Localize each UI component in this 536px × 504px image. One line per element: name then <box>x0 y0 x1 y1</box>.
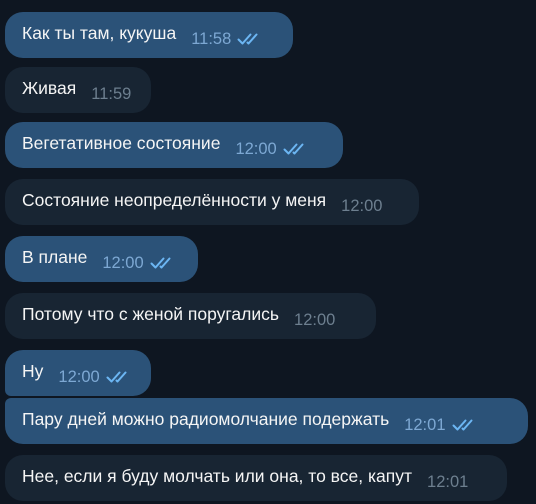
double-check-icon <box>452 419 472 431</box>
message-text: Пару дней можно радиомолчание подержать <box>22 409 390 429</box>
message-bubble-outgoing[interactable]: Вегетативное состояние 12:00 <box>5 122 343 168</box>
message-meta: 12:00 <box>58 367 131 387</box>
chat-history[interactable]: Как ты там, кукуша 11:58 Живая 11:59 Вег… <box>0 0 536 504</box>
message-time: 12:00 <box>341 197 383 215</box>
message-meta: 11:58 <box>191 29 263 49</box>
message-text: Потому что с женой поругались <box>22 304 280 324</box>
message-bubble-outgoing[interactable]: Как ты там, кукуша 11:58 <box>5 12 293 58</box>
message-meta: 11:59 <box>91 84 131 104</box>
double-check-icon <box>150 257 171 269</box>
message-meta: 12:00 <box>235 139 308 159</box>
message-bubble-outgoing[interactable]: Ну 12:00 <box>5 350 151 396</box>
double-check-icon <box>106 371 127 383</box>
message-time: 12:00 <box>102 254 144 272</box>
message-text: В плане <box>22 247 88 267</box>
double-check-icon <box>237 33 258 45</box>
message-time: 12:01 <box>427 473 469 491</box>
message-time: 12:00 <box>58 368 100 386</box>
message-bubble-incoming[interactable]: Нее, если я буду молчать или она, то все… <box>5 455 507 501</box>
message-meta: 12:00 <box>341 196 382 216</box>
message-time: 11:59 <box>91 85 132 103</box>
message-text: Состояние неопределённости у меня <box>22 190 327 210</box>
double-check-icon <box>283 143 304 155</box>
message-text: Нее, если я буду молчать или она, то все… <box>22 466 413 486</box>
message-bubble-incoming[interactable]: Состояние неопределённости у меня 12:00 <box>5 179 419 225</box>
message-bubble-incoming[interactable]: Потому что с женой поругались 12:00 <box>5 293 376 339</box>
message-time: 12:00 <box>294 311 336 329</box>
message-meta: 12:00 <box>294 310 335 330</box>
message-bubble-incoming[interactable]: Живая 11:59 <box>5 67 151 113</box>
message-meta: 12:01 <box>404 415 477 435</box>
message-time: 12:01 <box>404 416 446 434</box>
message-text: Вегетативное состояние <box>22 133 221 153</box>
message-meta: 12:01 <box>427 472 468 492</box>
message-bubble-outgoing[interactable]: В плане 12:00 <box>5 236 198 282</box>
message-time: 11:58 <box>191 30 232 48</box>
message-text: Ну <box>22 361 44 381</box>
message-meta: 12:00 <box>102 253 175 273</box>
message-bubble-outgoing[interactable]: Пару дней можно радиомолчание подержать … <box>5 398 528 444</box>
message-time: 12:00 <box>235 140 277 158</box>
message-text: Живая <box>22 78 77 98</box>
message-text: Как ты там, кукуша <box>22 23 177 43</box>
